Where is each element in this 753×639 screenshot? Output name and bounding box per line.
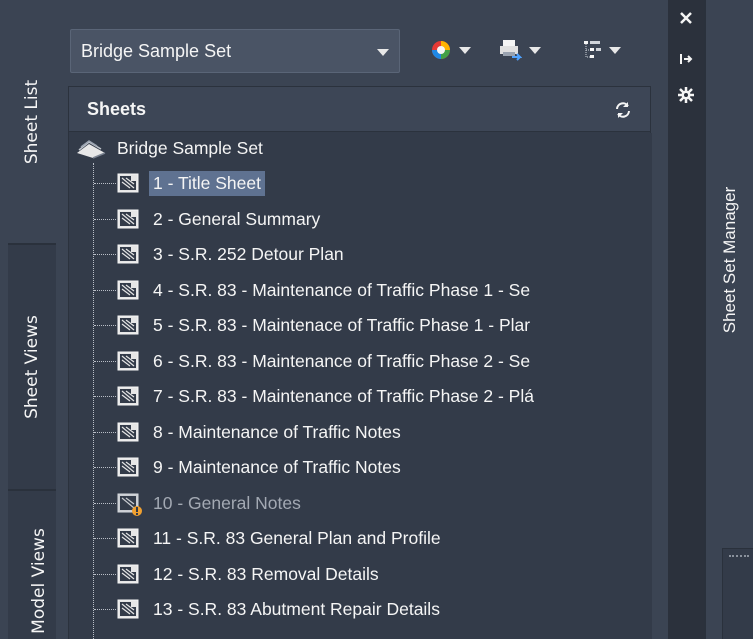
tree-item[interactable]: 10 - General Notes xyxy=(69,488,652,518)
tab-model-views[interactable]: Model Views xyxy=(8,489,56,639)
sheet-set-dropdown[interactable]: Bridge Sample Set xyxy=(70,29,400,73)
sheet-icon xyxy=(117,244,139,268)
tree-item[interactable]: 12 - S.R. 83 Removal Details xyxy=(69,559,652,589)
tree-branch-line xyxy=(94,254,116,255)
sheet-set-manager-titlebar[interactable]: Sheet Set Manager xyxy=(704,0,753,639)
sheet-list-palette: Bridge Sample Set Sheets Bridge Sample S… xyxy=(56,0,668,639)
sheet-set-manager-title: Sheet Set Manager xyxy=(706,150,753,370)
tree-item[interactable]: 9 - Maintenance of Traffic Notes xyxy=(69,452,652,482)
tree-branch-line xyxy=(94,183,116,184)
tree-item[interactable]: 1 - Title Sheet xyxy=(69,168,652,198)
tree-branch-line xyxy=(94,573,116,575)
panel-title: Sheets xyxy=(87,98,147,119)
tree-item-label: 12 - S.R. 83 Removal Details xyxy=(153,563,379,584)
sheet-icon xyxy=(117,351,139,375)
sheet-icon xyxy=(117,422,139,446)
sheet-set-dropdown-value: Bridge Sample Set xyxy=(81,40,232,61)
tree-item-label: 11 - S.R. 83 General Plan and Profile xyxy=(153,528,441,548)
gear-icon[interactable] xyxy=(677,86,695,104)
tree-item[interactable]: 8 - Maintenance of Traffic Notes xyxy=(69,417,652,447)
chevron-down-icon xyxy=(609,46,621,54)
tree-branch-line xyxy=(94,467,116,468)
tree-item-label: 2 - General Summary xyxy=(153,208,321,229)
tree-item-label: 9 - Maintenance of Traffic Notes xyxy=(153,457,401,477)
sheet-icon xyxy=(117,315,139,339)
tab-sheet-list-label: Sheet List xyxy=(22,79,42,164)
palette-tab-strip: Sheet List Sheet Views Model Views xyxy=(0,0,56,639)
color-wheel-button[interactable] xyxy=(430,36,471,64)
tree-item[interactable]: 2 - General Summary xyxy=(69,204,652,234)
sheet-icon xyxy=(117,209,139,233)
publish-icon xyxy=(500,40,522,61)
tree-item-label: 1 - Title Sheet xyxy=(149,171,265,196)
chevron-down-icon xyxy=(529,46,541,54)
sheet-set-icon xyxy=(77,140,106,159)
tree-item-label: 6 - S.R. 83 - Maintenance of Traffic Pha… xyxy=(153,350,531,371)
view-options-icon xyxy=(584,41,601,58)
tree-branch-line xyxy=(94,360,116,362)
sheet-icon xyxy=(117,386,139,410)
tree-branch-line xyxy=(94,289,116,291)
tree-item-label: 3 - S.R. 252 Detour Plan xyxy=(153,244,344,264)
refresh-icon[interactable] xyxy=(614,101,632,123)
tree-branch-line xyxy=(94,218,116,220)
sheet-tree: Bridge Sample Set 1 - Title Sheet 2 - Gen… xyxy=(69,133,652,639)
tree-branch-line xyxy=(94,396,116,397)
palette-title: Sheet Set Manager xyxy=(720,186,740,334)
tree-branch-line xyxy=(94,431,116,433)
grip-dots-icon xyxy=(729,555,749,558)
tree-branch-line xyxy=(94,325,116,326)
tree-item[interactable]: 11 - S.R. 83 General Plan and Profile xyxy=(69,523,652,553)
tree-item-label: 4 - S.R. 83 - Maintenance of Traffic Pha… xyxy=(153,279,531,300)
sheet-icon xyxy=(117,599,139,623)
close-icon[interactable] xyxy=(677,9,695,27)
tree-item-label: 8 - Maintenance of Traffic Notes xyxy=(153,421,401,442)
palette-control-bar xyxy=(668,0,704,639)
sheet-icon xyxy=(117,457,139,481)
sheet-warning-icon xyxy=(117,493,143,521)
sheet-icon xyxy=(117,564,139,588)
tree-root[interactable]: Bridge Sample Set xyxy=(69,133,652,163)
chevron-down-icon xyxy=(459,46,471,54)
color-wheel-icon xyxy=(432,41,450,59)
tree-item[interactable]: 13 - S.R. 83 Abutment Repair Details xyxy=(69,594,652,624)
view-options-button[interactable] xyxy=(582,36,621,64)
tree-branch-line xyxy=(94,538,116,539)
tab-sheet-views[interactable]: Sheet Views xyxy=(8,243,56,489)
tree-item-label: 13 - S.R. 83 Abutment Repair Details xyxy=(153,599,440,619)
sheet-icon xyxy=(117,528,139,552)
tree-item[interactable]: 3 - S.R. 252 Detour Plan xyxy=(69,239,652,269)
auto-hide-icon[interactable] xyxy=(677,50,695,68)
tree-item[interactable]: 5 - S.R. 83 - Maintenace of Traffic Phas… xyxy=(69,310,652,340)
tree-item[interactable]: 4 - S.R. 83 - Maintenance of Traffic Pha… xyxy=(69,275,652,305)
tab-sheet-list[interactable]: Sheet List xyxy=(8,0,56,243)
chevron-down-icon xyxy=(377,49,389,56)
palette-grip[interactable] xyxy=(722,548,753,639)
publish-button[interactable] xyxy=(498,36,541,64)
tree-item-label: 5 - S.R. 83 - Maintenace of Traffic Phas… xyxy=(153,315,531,335)
tree-branch-line xyxy=(94,609,116,610)
tree-item-label: 10 - General Notes xyxy=(153,492,301,513)
tree-item-label: 7 - S.R. 83 - Maintenance of Traffic Pha… xyxy=(153,386,534,406)
tree-branch-line xyxy=(94,502,116,504)
tab-sheet-views-label: Sheet Views xyxy=(22,315,43,419)
sheet-icon xyxy=(117,173,139,197)
sheet-icon xyxy=(117,280,139,304)
tree-item[interactable]: 7 - S.R. 83 - Maintenance of Traffic Pha… xyxy=(69,381,652,411)
tree-root-label: Bridge Sample Set xyxy=(117,138,263,158)
sheets-panel-header: Sheets xyxy=(69,87,650,132)
sheets-panel: Sheets Bridge Sample Set 1 - Title Sheet… xyxy=(68,86,652,639)
tree-item[interactable]: 6 - S.R. 83 - Maintenance of Traffic Pha… xyxy=(69,346,652,376)
tab-model-views-label: Model Views xyxy=(28,528,49,634)
